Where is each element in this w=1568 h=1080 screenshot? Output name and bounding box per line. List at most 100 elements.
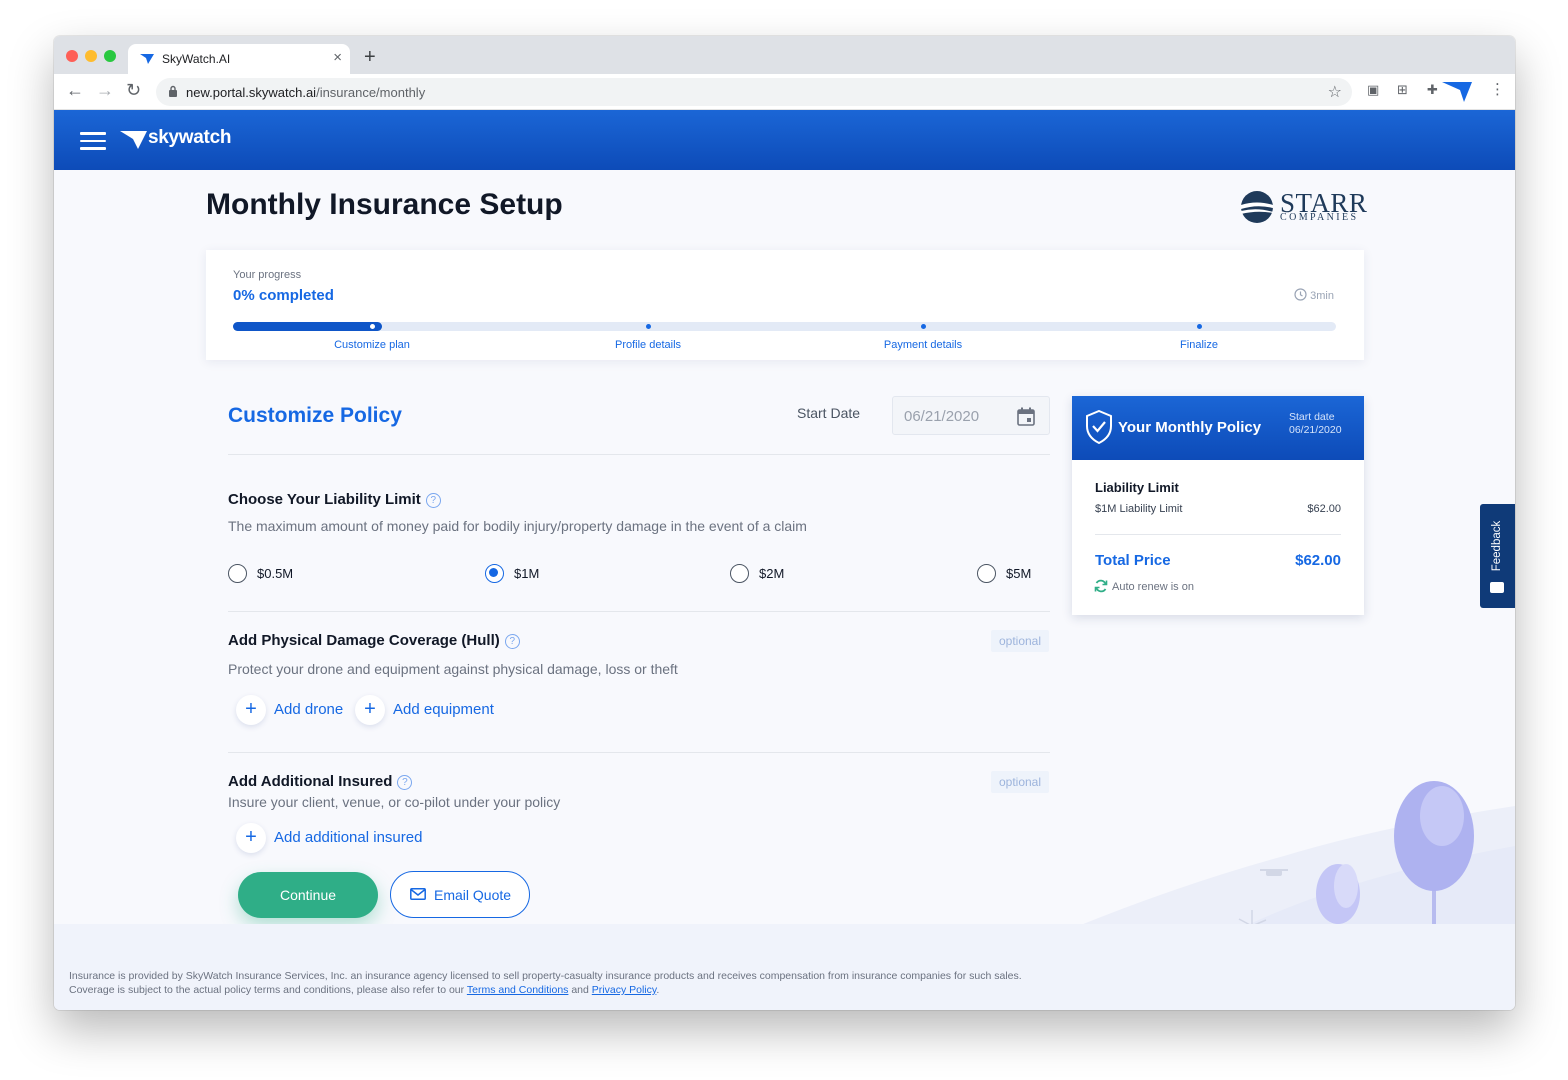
add-equipment-button[interactable]: + Add equipment [355,695,505,725]
time-estimate-text: 3min [1310,290,1334,302]
footer-end: . [656,984,660,996]
additional-insured-optional-badge: optional [991,771,1049,793]
progress-value: 0% completed [233,287,334,304]
maximize-window-button[interactable] [104,50,116,62]
browser-toolbar: ← → ↻ new.portal.skywatch.ai/insurance/m… [54,74,1515,110]
progress-step-label[interactable]: Finalize [1180,339,1218,351]
mail-icon [410,888,426,900]
additional-insured-title-text: Add Additional Insured [228,773,393,790]
progress-caption: Your progress [233,269,302,281]
address-bar[interactable]: new.portal.skywatch.ai/insurance/monthly… [156,78,1352,106]
browser-window: SkyWatch.AI × + ← → ↻ new.portal.skywatc… [54,36,1515,1010]
hull-title-text: Add Physical Damage Coverage (Hull) [228,632,500,649]
progress-step-dot [645,324,651,329]
liability-option[interactable]: $1M [485,564,565,584]
liability-option[interactable]: $2M [730,564,810,584]
feedback-label: Feedback [1491,520,1503,572]
liability-option-label: $0.5M [257,566,294,581]
liability-limit-price: $62.00 [1307,503,1341,515]
liability-title-text: Choose Your Liability Limit [228,491,421,508]
divider [1095,534,1341,535]
feedback-icon [1490,582,1504,593]
page-title: Monthly Insurance Setup [206,188,563,221]
email-quote-button[interactable]: Email Quote [390,871,530,918]
back-icon[interactable]: ← [66,80,84,101]
skywatch-favicon-icon [140,54,154,64]
progress-step-dot [920,324,926,329]
shield-check-icon [1086,410,1112,444]
progress-step-label[interactable]: Customize plan [334,339,410,351]
hull-optional-badge: optional [991,630,1049,652]
auto-renew-text: Auto renew is on [1112,581,1194,593]
grid-extension-icon[interactable]: ⊞ [1397,82,1408,98]
liability-option[interactable]: $5M [977,564,1057,584]
radio-button[interactable] [485,564,504,583]
section-title: Customize Policy [228,404,402,427]
total-price-label: Total Price [1095,552,1171,569]
new-tab-button[interactable]: + [364,46,376,69]
calendar-icon[interactable] [1017,407,1035,426]
hull-title: Add Physical Damage Coverage (Hull)? [228,632,520,649]
clock-icon [1294,288,1307,301]
divider [228,611,1050,612]
forward-icon[interactable]: → [96,80,114,101]
app-header: skywatch [54,110,1515,170]
policy-card-header: Your Monthly Policy Start date 06/21/202… [1072,396,1364,460]
radio-button[interactable] [730,564,749,583]
bookmark-star-icon[interactable]: ☆ [1328,82,1342,102]
liability-option-label: $5M [1006,566,1032,581]
starr-logo-sub: COMPANIES [1280,212,1359,223]
starr-companies-logo: STARR COMPANIES [1240,188,1370,228]
brand-name[interactable]: skywatch [148,127,231,149]
reload-icon[interactable]: ↻ [126,80,141,101]
url-host: new.portal.skywatch.ai [186,85,317,100]
privacy-link[interactable]: Privacy Policy [592,984,657,996]
feedback-tab[interactable]: Feedback [1480,504,1515,608]
radio-button[interactable] [228,564,247,583]
progress-card: Your progress 0% completed 3min Customiz… [206,250,1364,360]
footer-and: and [568,984,592,996]
add-drone-button[interactable]: + Add drone [236,695,346,725]
add-additional-insured-button[interactable]: + Add additional insured [236,823,436,853]
minimize-window-button[interactable] [85,50,97,62]
close-window-button[interactable] [66,50,78,62]
footer-disclaimer: Insurance is provided by SkyWatch Insura… [69,969,1029,997]
divider [228,454,1050,455]
footer-band [54,924,1515,1010]
liability-option-label: $2M [759,566,785,581]
terms-link[interactable]: Terms and Conditions [467,984,569,996]
progress-step-label[interactable]: Profile details [615,339,681,351]
start-date-label: Start Date [797,405,861,421]
help-icon[interactable]: ? [425,493,441,508]
liability-option[interactable]: $0.5M [228,564,308,584]
start-date-field[interactable]: 06/21/2020 [892,396,1050,435]
liability-description: The maximum amount of money paid for bod… [228,518,807,534]
continue-button[interactable]: Continue [238,872,378,918]
progress-track [233,322,1336,331]
help-icon[interactable]: ? [397,775,413,790]
refresh-icon [1094,579,1108,593]
policy-start-label: Start date [1289,411,1335,423]
email-quote-label: Email Quote [434,887,512,903]
radio-button[interactable] [977,564,996,583]
puzzle-extension-icon[interactable]: ✚ [1427,82,1438,98]
url-text: new.portal.skywatch.ai/insurance/monthly [186,85,425,100]
extension-icon[interactable]: ▣ [1367,82,1379,98]
progress-step-label[interactable]: Payment details [884,339,962,351]
plus-icon: + [355,695,385,725]
add-additional-insured-label: Add additional insured [274,829,423,846]
help-icon[interactable]: ? [504,634,520,649]
skywatch-logo-icon[interactable] [120,130,148,150]
tab-close-icon[interactable]: × [333,49,342,66]
total-price-value: $62.00 [1295,552,1341,569]
plus-icon: + [236,823,266,853]
liability-option-label: $1M [514,566,540,581]
browser-tab[interactable]: SkyWatch.AI × [128,44,350,74]
browser-menu-icon[interactable]: ⋮ [1490,80,1505,98]
menu-icon[interactable] [80,132,106,150]
skywatch-extension-icon[interactable] [1442,80,1474,104]
tab-strip: SkyWatch.AI × + [54,36,1515,74]
progress-step-dot [368,323,376,330]
policy-card-title: Your Monthly Policy [1118,419,1262,436]
add-equipment-label: Add equipment [393,701,494,718]
